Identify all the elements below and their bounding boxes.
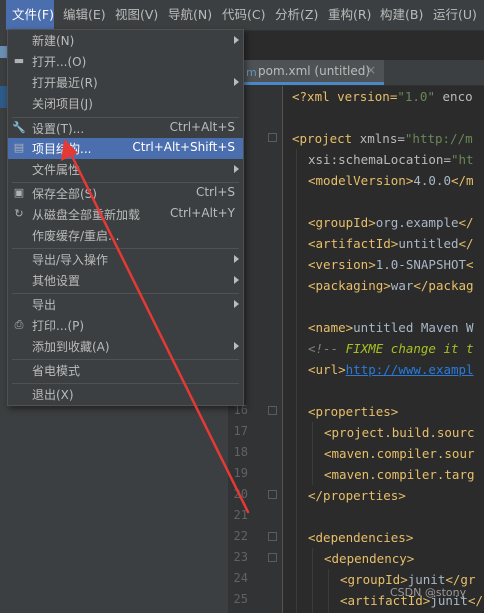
menu-item-power-save-mode[interactable]: 省电模式 xyxy=(8,360,243,381)
menu-item-exit[interactable]: 退出(X) xyxy=(8,384,243,405)
menu-code[interactable]: 代码(C) xyxy=(222,0,265,30)
menu-item-invalidate-caches[interactable]: 作废缓存/重启... xyxy=(8,225,243,246)
folder-icon: ▬ xyxy=(13,54,25,67)
code-line: <version>1.0-SNAPSHOT< xyxy=(308,257,474,272)
close-icon[interactable]: × xyxy=(366,63,376,77)
gutter-separator xyxy=(282,86,283,613)
code-line: </properties> xyxy=(308,488,406,503)
menu-item-export[interactable]: 导出 xyxy=(8,294,243,315)
submenu-arrow-icon xyxy=(234,165,239,173)
menu-run[interactable]: 运行(U) xyxy=(433,0,477,30)
menu-item-reload-all[interactable]: ↻ 从磁盘全部重新加载 Ctrl+Alt+Y xyxy=(8,204,243,225)
line-number: 21 xyxy=(233,508,248,522)
menu-item-other-settings[interactable]: 其他设置 xyxy=(8,270,243,291)
line-number: 24 xyxy=(233,571,248,585)
url-link[interactable]: http://www.exampl xyxy=(346,362,474,377)
submenu-arrow-icon xyxy=(234,342,239,350)
submenu-arrow-icon xyxy=(234,78,239,86)
code-line: <project xmlns="http://m xyxy=(292,131,473,146)
line-number: 23 xyxy=(233,550,248,564)
fold-marker[interactable] xyxy=(268,133,277,142)
fold-marker[interactable] xyxy=(268,490,277,499)
menu-item-open[interactable]: ▬ 打开...(O) xyxy=(8,51,243,72)
code-line: <dependencies> xyxy=(308,530,414,545)
line-number: 22 xyxy=(233,529,248,543)
project-structure-icon: ▤ xyxy=(13,141,25,154)
menu-item-file-properties[interactable]: 文件属性 xyxy=(8,159,243,180)
code-line: <maven.compiler.sour xyxy=(324,446,475,461)
maven-file-icon: m xyxy=(246,66,257,79)
main-menu-bar: 文件(F) 编辑(E) 视图(V) 导航(N) 代码(C) 分析(Z) 重构(R… xyxy=(0,0,484,31)
menu-item-project-structure[interactable]: ▤ 项目结构... Ctrl+Alt+Shift+S xyxy=(8,138,243,159)
code-line: <?xml version="1.0" enco xyxy=(292,89,473,104)
menu-item-save-all[interactable]: ▣ 保存全部(S) Ctrl+S xyxy=(8,183,243,204)
code-line: <modelVersion>4.0.0</m xyxy=(308,173,474,188)
line-number: 20 xyxy=(233,487,248,501)
menu-item-close-project[interactable]: 关闭项目(J) xyxy=(8,93,243,114)
menu-item-export-import[interactable]: 导出/导入操作 xyxy=(8,249,243,270)
menu-analyze[interactable]: 分析(Z) xyxy=(275,0,318,30)
code-line: xsi:schemaLocation="ht xyxy=(308,152,474,167)
submenu-arrow-icon xyxy=(234,276,239,284)
line-number: 18 xyxy=(233,445,248,459)
menu-refactor[interactable]: 重构(R) xyxy=(328,0,371,30)
fold-marker[interactable] xyxy=(268,553,277,562)
editor-tab-bar: m pom.xml (untitled) × xyxy=(228,60,484,86)
menu-item-new[interactable]: 新建(N) xyxy=(8,30,243,51)
print-icon: ⎙ xyxy=(14,318,24,331)
code-line: <url>http://www.exampl xyxy=(308,362,474,377)
code-editor[interactable]: <?xml version="1.0" enco <project xmlns=… xyxy=(292,86,484,613)
save-icon: ▣ xyxy=(13,186,25,199)
menu-item-add-to-favorites[interactable]: 添加到收藏(A) xyxy=(8,336,243,357)
fold-marker[interactable] xyxy=(268,406,277,415)
menu-build[interactable]: 构建(B) xyxy=(380,0,423,30)
code-line: <name>untitled Maven W xyxy=(308,320,474,335)
code-line: <project.build.sourc xyxy=(324,425,475,440)
code-line: <properties> xyxy=(308,404,399,419)
submenu-arrow-icon xyxy=(234,300,239,308)
code-line: <packaging>war</packag xyxy=(308,278,474,293)
menu-view[interactable]: 视图(V) xyxy=(115,0,158,30)
watermark: CSDN @stony xyxy=(390,586,467,599)
line-number: 25 xyxy=(233,592,248,606)
code-line: <artifactId>untitled</ xyxy=(308,236,474,251)
tab-label: pom.xml (untitled) xyxy=(258,64,371,78)
menu-edit[interactable]: 编辑(E) xyxy=(63,0,106,30)
line-number: 19 xyxy=(233,466,248,480)
code-comment: <!-- FIXME change it t xyxy=(308,341,474,356)
code-line: <dependency> xyxy=(324,551,415,566)
code-line: <groupId>org.example</ xyxy=(308,215,474,230)
wrench-icon: 🔧 xyxy=(12,121,26,134)
submenu-arrow-icon xyxy=(234,36,239,44)
menu-item-settings[interactable]: 🔧 设置(T)... Ctrl+Alt+S xyxy=(8,118,243,139)
menu-file[interactable]: 文件(F) xyxy=(6,0,54,30)
fold-marker[interactable] xyxy=(268,532,277,541)
code-line: <maven.compiler.targ xyxy=(324,467,475,482)
menu-navigate[interactable]: 导航(N) xyxy=(168,0,212,30)
submenu-arrow-icon xyxy=(234,255,239,263)
tab-pom-xml[interactable]: m pom.xml (untitled) × xyxy=(242,60,384,85)
reload-icon: ↻ xyxy=(14,207,24,220)
menu-item-print[interactable]: ⎙ 打印...(P) xyxy=(8,315,243,336)
menu-item-open-recent[interactable]: 打开最近(R) xyxy=(8,72,243,93)
line-number: 17 xyxy=(233,424,248,438)
file-menu: 新建(N) ▬ 打开...(O) 打开最近(R) 关闭项目(J) 🔧 设置(T)… xyxy=(7,29,244,406)
